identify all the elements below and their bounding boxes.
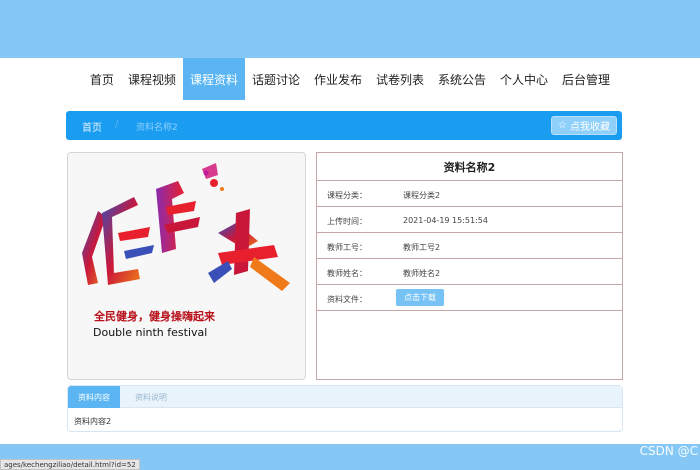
nav-item-homework[interactable]: 作业发布 (307, 58, 369, 100)
top-banner (0, 0, 700, 58)
nav-item-personal-center[interactable]: 个人中心 (493, 58, 555, 100)
nav-item-topic-discussion[interactable]: 话题讨论 (245, 58, 307, 100)
material-tabs: 资料内容 资料说明 资料内容2 (67, 385, 623, 432)
tab-material-description[interactable]: 资料说明 (126, 386, 176, 408)
main-nav: 首页 课程视频 课程资料 话题讨论 作业发布 试卷列表 系统公告 个人中心 后台… (0, 58, 700, 100)
poster-subtitle: Double ninth festival (93, 326, 208, 339)
info-value: 教师姓名2 (403, 269, 441, 278)
tabs-header: 资料内容 资料说明 (68, 386, 622, 408)
watermark: CSDN @C (639, 444, 698, 458)
info-label: 教师姓名： (327, 269, 367, 278)
nav-item-home[interactable]: 首页 (83, 58, 121, 100)
favorite-button[interactable]: ☆ 点我收藏 (551, 116, 617, 135)
nav-item-course-materials[interactable]: 课程资料 (182, 58, 245, 100)
nav-item-exam-list[interactable]: 试卷列表 (369, 58, 431, 100)
info-label: 上传时间： (327, 217, 367, 226)
breadcrumb-separator: / (115, 119, 119, 130)
status-bar-url: ages/kechengziliao/detail.html?id=52 (0, 459, 140, 470)
fitness-poster-art (82, 163, 290, 291)
info-label: 教师工号： (327, 243, 367, 252)
nav-item-announcements[interactable]: 系统公告 (431, 58, 493, 100)
info-row-teacher-id: 教师工号： 教师工号2 (317, 233, 622, 259)
breadcrumb: 首页 / 资料名称2 ☆ 点我收藏 (66, 111, 622, 140)
info-row-category: 课程分类： 课程分类2 (317, 181, 622, 207)
info-row-upload-time: 上传时间： 2021-04-19 15:51:54 (317, 207, 622, 233)
material-cover-image: 全民健身，健身操嗨起来 Double ninth festival (67, 152, 306, 380)
nav-item-admin[interactable]: 后台管理 (555, 58, 617, 100)
material-title: 资料名称2 (317, 153, 622, 181)
info-label: 资料文件： (327, 295, 367, 304)
favorite-button-label: 点我收藏 (570, 122, 610, 133)
poster-slogan: 全民健身，健身操嗨起来 (94, 310, 215, 323)
info-row-file: 资料文件： 点击下载 (317, 285, 622, 311)
info-row-teacher-name: 教师姓名： 教师姓名2 (317, 259, 622, 285)
star-icon: ☆ (558, 120, 567, 131)
download-button[interactable]: 点击下载 (396, 289, 444, 306)
nav-item-course-videos[interactable]: 课程视频 (121, 58, 183, 100)
info-value: 课程分类2 (403, 191, 441, 200)
tab-content-text: 资料内容2 (74, 417, 112, 426)
breadcrumb-current: 资料名称2 (136, 123, 178, 133)
info-value: 教师工号2 (403, 243, 441, 252)
info-label: 课程分类： (327, 191, 367, 200)
breadcrumb-home-link[interactable]: 首页 (82, 119, 102, 134)
material-info-panel: 资料名称2 课程分类： 课程分类2 上传时间： 2021-04-19 15:51… (316, 152, 623, 380)
info-value: 2021-04-19 15:51:54 (403, 216, 488, 225)
tab-material-content[interactable]: 资料内容 (68, 386, 120, 408)
